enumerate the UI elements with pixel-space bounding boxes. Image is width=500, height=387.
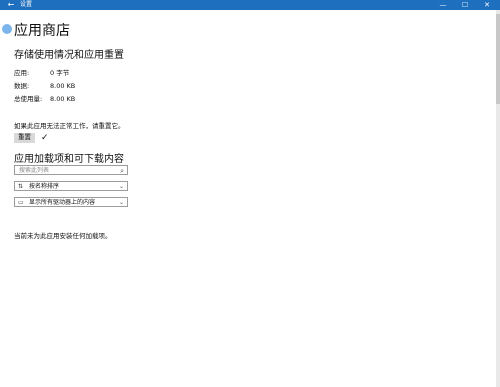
checkmark-icon: ✓ bbox=[41, 133, 49, 143]
title-bar-left: ← 设置 bbox=[6, 0, 32, 10]
reset-row: 重置 ✓ bbox=[14, 133, 49, 143]
storage-reset-section-title: 存储使用情况和应用重置 bbox=[14, 50, 124, 61]
settings-content: 应用商店 存储使用情况和应用重置 应用: 0 字节 数据: 8.00 KB 总使… bbox=[0, 10, 500, 387]
drive-filter-dropdown[interactable]: ▭ 显示所有驱动器上的内容 ⌄ bbox=[14, 197, 128, 207]
app-icon bbox=[2, 24, 12, 34]
title-bar: ← 设置 — ☐ ✕ bbox=[0, 0, 500, 10]
window-title: 设置 bbox=[20, 1, 33, 8]
scrollbar-thumb[interactable] bbox=[496, 14, 500, 104]
chevron-down-icon: ⌄ bbox=[118, 183, 124, 190]
window-controls: — ☐ ✕ bbox=[436, 0, 494, 10]
drive-icon: ▭ bbox=[18, 199, 24, 206]
usage-value: 8.00 KB bbox=[50, 95, 76, 103]
sort-dropdown[interactable]: ⇅ 按名称排序 ⌄ bbox=[14, 181, 128, 191]
search-placeholder: 搜索此列表 bbox=[19, 167, 50, 174]
close-button[interactable]: ✕ bbox=[480, 0, 494, 10]
reset-hint: 如果此应用无法正常工作，请重置它。 bbox=[14, 122, 125, 130]
sort-dropdown-value: 按名称排序 bbox=[29, 183, 60, 190]
back-arrow-icon: ← bbox=[7, 0, 15, 9]
vertical-scrollbar[interactable] bbox=[496, 10, 500, 387]
search-input[interactable]: 搜索此列表 ⌕ bbox=[14, 165, 128, 175]
maximize-button[interactable]: ☐ bbox=[458, 0, 472, 10]
minimize-icon: — bbox=[439, 1, 447, 9]
sort-icon: ⇅ bbox=[18, 183, 24, 190]
settings-window: ← 设置 — ☐ ✕ 应用商店 存储使用情况和应用重置 应用: 0 字节 数据:… bbox=[0, 0, 500, 387]
reset-button[interactable]: 重置 bbox=[14, 133, 35, 143]
minimize-button[interactable]: — bbox=[436, 0, 450, 10]
maximize-icon: ☐ bbox=[461, 1, 469, 9]
usage-value: 8.00 KB bbox=[50, 82, 76, 90]
no-addons-message: 当前未为此应用安装任何加载项。 bbox=[14, 232, 112, 240]
back-button[interactable]: ← bbox=[6, 0, 16, 10]
app-title: 应用商店 bbox=[2, 22, 70, 40]
search-icon: ⌕ bbox=[120, 167, 124, 175]
close-icon: ✕ bbox=[484, 1, 490, 9]
drive-filter-value: 显示所有驱动器上的内容 bbox=[29, 199, 96, 206]
usage-value: 0 字节 bbox=[50, 69, 70, 77]
chevron-down-icon: ⌄ bbox=[118, 199, 124, 206]
app-title-text: 应用商店 bbox=[14, 23, 70, 39]
